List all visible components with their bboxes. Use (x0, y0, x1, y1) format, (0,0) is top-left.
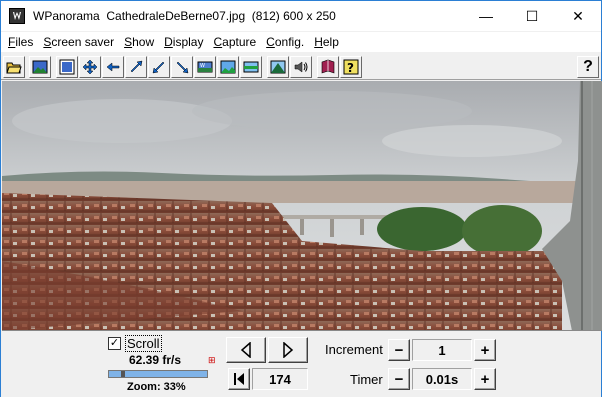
arrow-diagonal-down-button[interactable] (148, 56, 170, 78)
increment-label: Increment (325, 342, 383, 357)
menu-help[interactable]: Help (309, 35, 344, 49)
panorama-strip-icon: W (197, 61, 213, 73)
horizon-button[interactable] (240, 56, 262, 78)
question-picture-icon: ? (343, 59, 359, 75)
speed-indicator-icon: ⊞ (208, 355, 216, 365)
arrow-down-right-icon (176, 61, 189, 74)
scroll-checkbox[interactable]: ✓ (108, 337, 121, 350)
scroll-left-button[interactable] (226, 337, 266, 363)
horizon-icon (243, 61, 259, 73)
menu-show[interactable]: Show (119, 35, 159, 49)
timer-minus-button[interactable]: − (388, 368, 410, 390)
arrow-left-icon (106, 62, 120, 72)
minimize-button[interactable]: — (463, 1, 509, 31)
timer-value-field[interactable]: 0.01s (412, 368, 472, 390)
svg-text:?: ? (347, 61, 354, 75)
context-help-button[interactable]: ? (577, 56, 599, 78)
speaker-icon (294, 61, 308, 73)
panorama-image[interactable] (2, 81, 602, 331)
wpanorama-app-icon[interactable] (9, 8, 25, 24)
increment-value-field[interactable]: 1 (412, 339, 472, 361)
speed-slider[interactable] (108, 370, 208, 378)
fps-readout: 62.39 fr/s (129, 353, 182, 367)
skip-start-icon (234, 373, 244, 385)
info-help-button[interactable]: ? (340, 56, 362, 78)
triangle-left-icon (240, 342, 251, 358)
control-panel: ✓ Scroll 62.39 fr/s ⊞ Zoom: 33% 174 Incr… (1, 332, 601, 397)
open-folder-icon (6, 62, 22, 74)
landscape-view-button[interactable] (217, 56, 239, 78)
fit-window-button[interactable] (56, 56, 78, 78)
arrow-down-right-button[interactable] (171, 56, 193, 78)
triangle-right-icon (283, 342, 294, 358)
open-folder-button[interactable] (3, 56, 25, 78)
scroll-label[interactable]: Scroll (125, 335, 162, 352)
increment-minus-button[interactable]: − (388, 339, 410, 361)
landscape-icon (32, 60, 48, 74)
help-book-button[interactable] (317, 56, 339, 78)
hills-icon (220, 60, 236, 74)
zoom-readout: Zoom: 33% (127, 381, 186, 393)
capture-button[interactable] (267, 56, 289, 78)
panorama-view[interactable] (2, 81, 602, 331)
fit-window-icon (59, 59, 75, 75)
go-to-start-button[interactable] (228, 368, 250, 390)
title-bar[interactable]: WPanorama CathedraleDeBerne07.jpg (812) … (1, 1, 601, 31)
increment-plus-button[interactable]: + (474, 339, 496, 361)
arrow-diagonal-up-button[interactable] (125, 56, 147, 78)
svg-text:W: W (200, 63, 205, 69)
move-arrows-icon (82, 59, 98, 75)
close-button[interactable]: ✕ (555, 1, 601, 31)
move-arrows-button[interactable] (79, 56, 101, 78)
toolbar: W ? ? (1, 53, 601, 80)
sound-button[interactable] (290, 56, 312, 78)
arrow-down-left-icon (152, 61, 165, 74)
book-icon (321, 59, 335, 74)
menu-screen-saver[interactable]: Screen saver (38, 35, 119, 49)
arrow-left-up-button[interactable] (102, 56, 124, 78)
panorama-image-button[interactable] (29, 56, 51, 78)
arrow-up-right-icon (130, 60, 143, 73)
menu-files[interactable]: Files (3, 35, 38, 49)
speed-slider-thumb[interactable] (121, 371, 126, 377)
menu-config[interactable]: Config. (261, 35, 309, 49)
timer-plus-button[interactable]: + (474, 368, 496, 390)
maximize-button[interactable]: ☐ (509, 1, 555, 31)
frame-position-field[interactable]: 174 (252, 368, 308, 390)
panorama-info-button[interactable]: W (194, 56, 216, 78)
menu-display[interactable]: Display (159, 35, 208, 49)
menu-bar: Files Screen saver Show Display Capture … (1, 32, 601, 52)
timer-label: Timer (350, 372, 383, 387)
app-window: WPanorama CathedraleDeBerne07.jpg (812) … (0, 0, 602, 397)
menu-capture[interactable]: Capture (208, 35, 261, 49)
scroll-right-button[interactable] (268, 337, 308, 363)
mountain-icon (270, 60, 286, 74)
window-title: WPanorama CathedraleDeBerne07.jpg (812) … (33, 9, 336, 23)
